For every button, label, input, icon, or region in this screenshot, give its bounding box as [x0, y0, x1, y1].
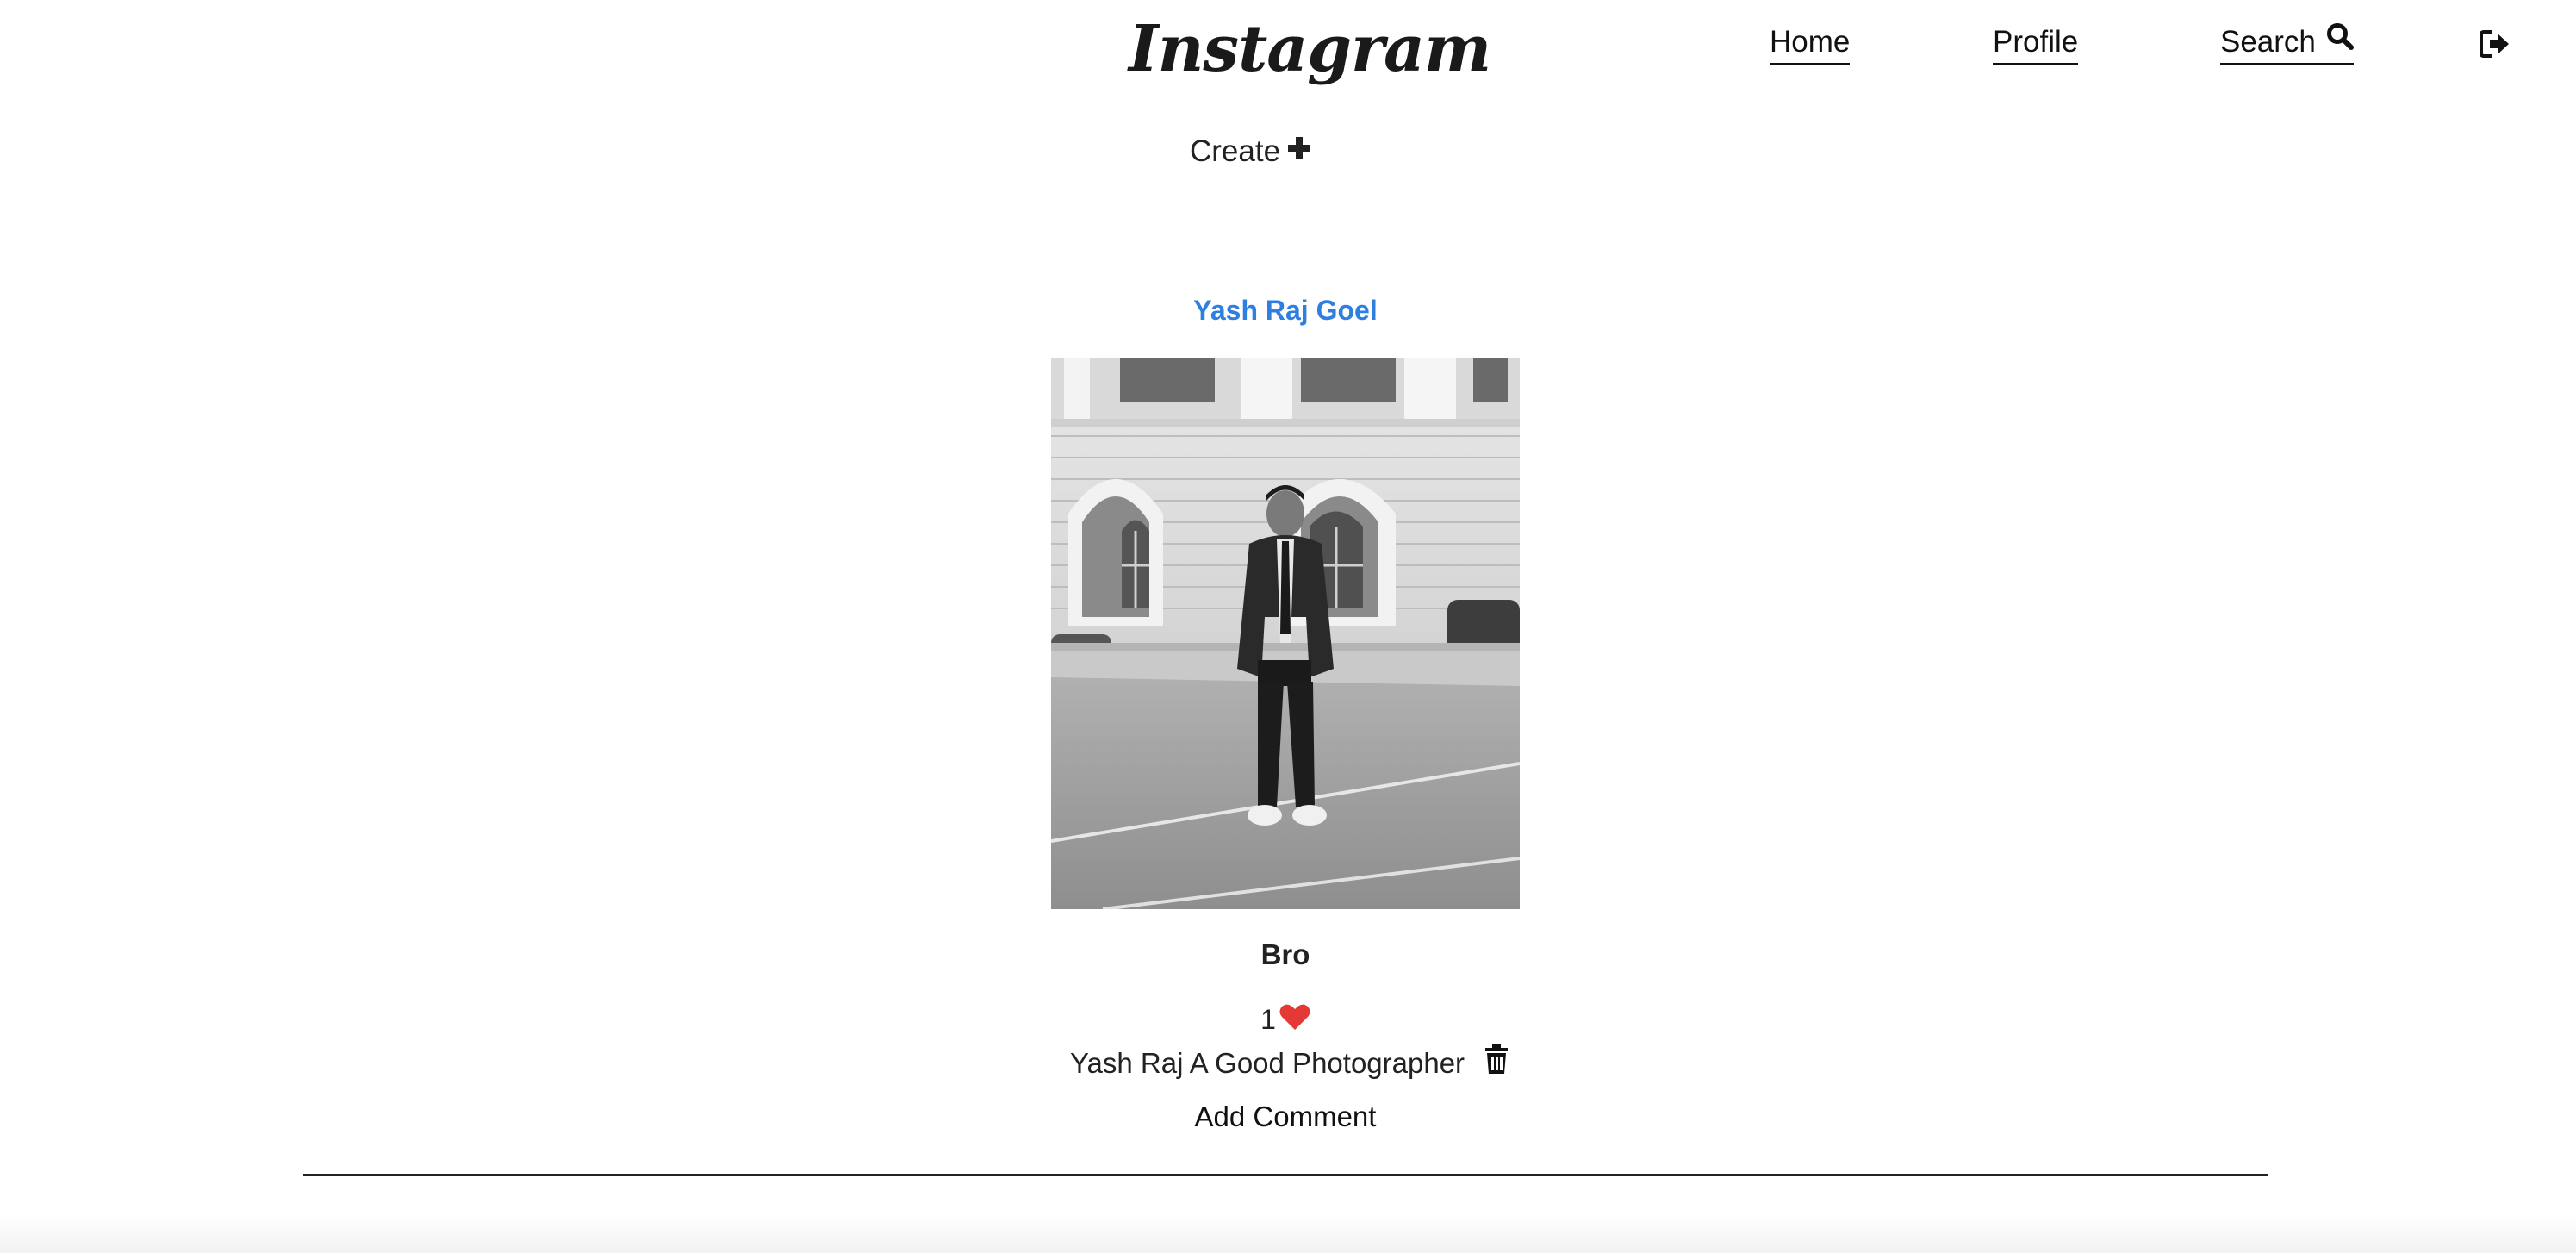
comment-item: Yash Raj A Good Photographer — [1070, 1044, 1509, 1080]
plus-icon — [1287, 135, 1311, 165]
create-post-button[interactable]: Create — [1190, 136, 1311, 166]
likes-row: 1 — [1051, 1003, 1520, 1035]
nav-search-link[interactable]: Search — [2220, 22, 2354, 65]
comment-text: Yash Raj A Good Photographer — [1070, 1047, 1465, 1079]
bottom-shadow — [0, 1215, 2576, 1253]
instagram-feed-page: Instagram Home Profile Search Create Yas… — [0, 0, 2576, 1253]
logout-icon — [2480, 30, 2511, 62]
nav-home-link[interactable]: Home — [1770, 25, 1851, 65]
post-author-link[interactable]: Yash Raj Goel — [1051, 295, 1520, 327]
create-label: Create — [1190, 134, 1281, 168]
nav-search-label: Search — [2220, 25, 2316, 59]
post-caption: Bro — [1260, 938, 1310, 970]
nav-profile-link[interactable]: Profile — [1993, 25, 2079, 65]
trash-icon[interactable] — [1484, 1044, 1509, 1080]
search-icon — [2326, 22, 2354, 58]
post-divider — [303, 1174, 2268, 1176]
add-comment-button[interactable]: Add Comment — [1051, 1100, 1520, 1132]
heart-icon[interactable] — [1279, 1003, 1310, 1035]
logout-button[interactable] — [2480, 29, 2514, 64]
instagram-logo[interactable]: Instagram — [1129, 17, 1491, 81]
post-image — [1051, 358, 1520, 909]
likes-count: 1 — [1260, 1004, 1276, 1035]
